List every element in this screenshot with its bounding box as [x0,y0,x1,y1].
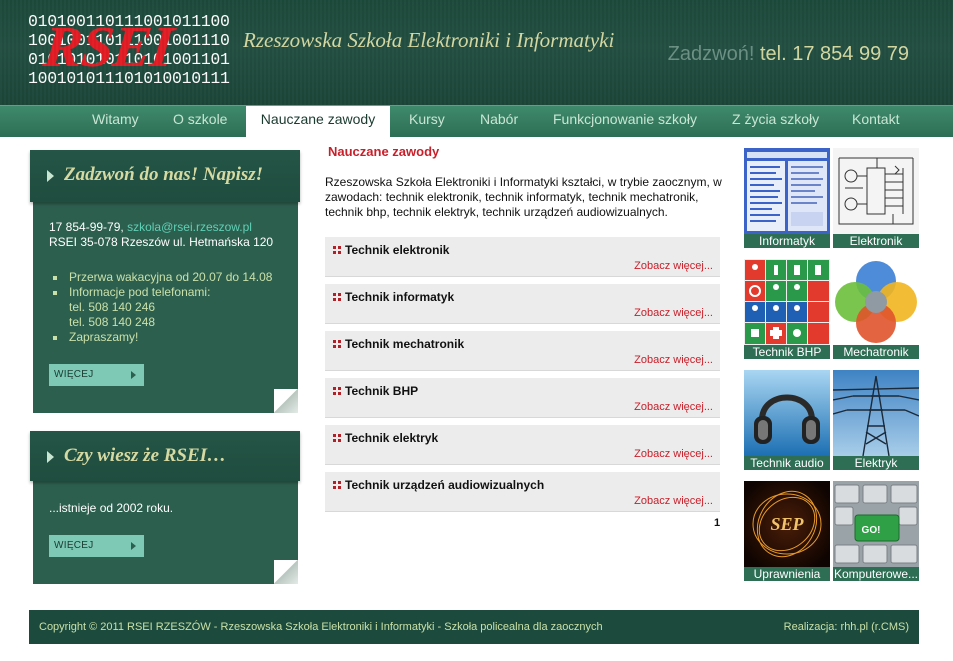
nav-item-nauczane-zawody[interactable]: Nauczane zawody [246,106,390,137]
more-button-label: WIĘCEJ [54,369,94,380]
pagination-current[interactable]: 1 [714,517,720,529]
profession-name[interactable]: Technik urządzeń audiowizualnych [345,478,544,492]
contact-details: 17 854-99-79, szkola@rsei.rzeszow.pl RSE… [49,220,273,250]
svg-text:GO!: GO! [862,525,881,536]
thumb-uprawnienia[interactable]: SEP Uprawnienia [744,481,830,581]
headphones-icon [744,370,830,456]
bullet-squares-icon [333,246,341,254]
thumb-caption: Technik BHP [744,345,830,359]
contact-more-button[interactable]: WIĘCEJ [49,364,144,386]
keyboard-icon: GO! [833,481,919,567]
bullet-squares-icon [333,481,341,489]
profession-more-link[interactable]: Zobacz więcej... [634,495,713,507]
power-pylon-icon [833,370,919,456]
profession-name[interactable]: Technik mechatronik [345,337,464,351]
main-nav: Witamy O szkole Nauczane zawody Kursy Na… [0,105,953,137]
thumb-caption: Elektryk [833,456,919,470]
list-item: Przerwa wakacyjna od 20.07 do 14.08 [49,270,272,285]
arrow-right-icon [47,170,54,182]
list-item: Zapraszamy! [49,330,272,345]
circuit-diagram-icon [833,148,919,234]
bullet-squares-icon [333,293,341,301]
site-logo[interactable]: 010100110111001011100 100100110111001001… [28,12,230,88]
list-item: tel. 508 140 246 [69,300,156,314]
profession-item: Technik BHP Zobacz więcej... [325,378,720,418]
nav-item-kontakt[interactable]: Kontakt [852,106,899,137]
profession-item: Technik mechatronik Zobacz więcej... [325,331,720,371]
svg-text:SEP: SEP [770,514,804,534]
header-phone: Zadzwoń! tel. 17 854 99 79 [668,43,909,66]
page-fold-corner [274,389,298,413]
thumb-elektryk[interactable]: Elektryk [833,370,919,470]
thumb-informatyk[interactable]: Informatyk [744,148,830,248]
thumb-caption: Elektronik [833,234,919,248]
profession-name[interactable]: Technik elektronik [345,243,449,257]
nav-item-nabor[interactable]: Nabór [480,106,518,137]
thumb-mechatronik[interactable]: Mechatronik [833,259,919,359]
profession-more-link[interactable]: Zobacz więcej... [634,448,713,460]
contact-phone: 17 854-99-79, [49,220,124,234]
list-item: tel. 508 140 248 [69,315,156,329]
fact-text: ...istnieje od 2002 roku. [49,501,174,515]
profession-item: Technik informatyk Zobacz więcej... [325,284,720,324]
profession-item: Technik urządzeń audiowizualnych Zobacz … [325,472,720,512]
profession-more-link[interactable]: Zobacz więcej... [634,260,713,272]
thumb-caption: Mechatronik [833,345,919,359]
page-title: Nauczane zawody [328,144,440,159]
venn-diagram-icon [833,259,919,345]
thumb-technik-audio[interactable]: Technik audio [744,370,830,470]
bullet-squares-icon [333,387,341,395]
site-header: 010100110111001011100 100100110111001001… [0,0,953,105]
thumb-caption: Informatyk [744,234,830,248]
contact-box: Zadzwoń do nas! Napisz! 17 854-99-79, sz… [30,150,300,413]
page-fold-corner [274,560,298,584]
thumb-elektronik[interactable]: Elektronik [833,148,919,248]
phone-number: tel. 17 854 99 79 [759,43,909,65]
safety-signs-icon [744,259,830,345]
school-name: Rzeszowska Szkoła Elektroniki i Informat… [243,28,615,52]
list-item: Informacje pod telefonami: [49,285,272,300]
more-button-label: WIĘCEJ [54,540,94,551]
software-screen-icon [744,148,830,234]
nav-item-o-szkole[interactable]: O szkole [173,106,227,137]
site-footer: Copyright © 2011 RSEI RZESZÓW - Rzeszows… [29,610,919,644]
thumb-technik-bhp[interactable]: Technik BHP [744,259,830,359]
profession-item: Technik elektryk Zobacz więcej... [325,425,720,465]
sep-logo-icon: SEP [744,481,830,567]
intro-text: Rzeszowska Szkoła Elektroniki i Informat… [325,175,722,219]
profession-name[interactable]: Technik informatyk [345,290,454,304]
nav-item-z-zycia[interactable]: Z życia szkoły [732,106,819,137]
thumb-caption: Uprawnienia [744,567,830,581]
call-label: Zadzwoń! [667,43,755,65]
contact-address: RSEI 35-078 Rzeszów ul. Hetmańska 120 [49,235,274,249]
profession-name[interactable]: Technik BHP [345,384,418,398]
footer-copyright: Copyright © 2011 RSEI RZESZÓW - Rzeszows… [39,621,603,633]
play-arrow-icon [131,371,136,379]
footer-credit-link[interactable]: Realizacja: rhh.pl (r.CMS) [784,621,909,633]
contact-box-header: Zadzwoń do nas! Napisz! [30,150,300,202]
play-arrow-icon [131,542,136,550]
thumb-komputerowe[interactable]: GO! Komputerowe... [833,481,919,581]
profession-more-link[interactable]: Zobacz więcej... [634,307,713,319]
fact-more-button[interactable]: WIĘCEJ [49,535,144,557]
fact-box: Czy wiesz że RSEI… ...istnieje od 2002 r… [30,431,300,584]
contact-info-list: Przerwa wakacyjna od 20.07 do 14.08 Info… [49,270,272,345]
nav-item-kursy[interactable]: Kursy [409,106,445,137]
profession-item: Technik elektronik Zobacz więcej... [325,237,720,277]
arrow-right-icon [47,451,54,463]
profession-more-link[interactable]: Zobacz więcej... [634,401,713,413]
fact-box-title: Czy wiesz że RSEI… [64,445,227,466]
thumb-caption: Komputerowe... [833,567,919,581]
nav-item-witamy[interactable]: Witamy [92,106,139,137]
logo-word: RSEI [40,14,176,79]
thumb-caption: Technik audio [744,456,830,470]
profession-name[interactable]: Technik elektryk [345,431,438,445]
profession-more-link[interactable]: Zobacz więcej... [634,354,713,366]
bullet-squares-icon [333,434,341,442]
contact-email-link[interactable]: szkola@rsei.rzeszow.pl [127,220,252,234]
nav-item-funkcjonowanie[interactable]: Funkcjonowanie szkoły [553,106,697,137]
fact-box-header: Czy wiesz że RSEI… [30,431,300,481]
contact-box-title: Zadzwoń do nas! Napisz! [64,164,264,185]
bullet-squares-icon [333,340,341,348]
